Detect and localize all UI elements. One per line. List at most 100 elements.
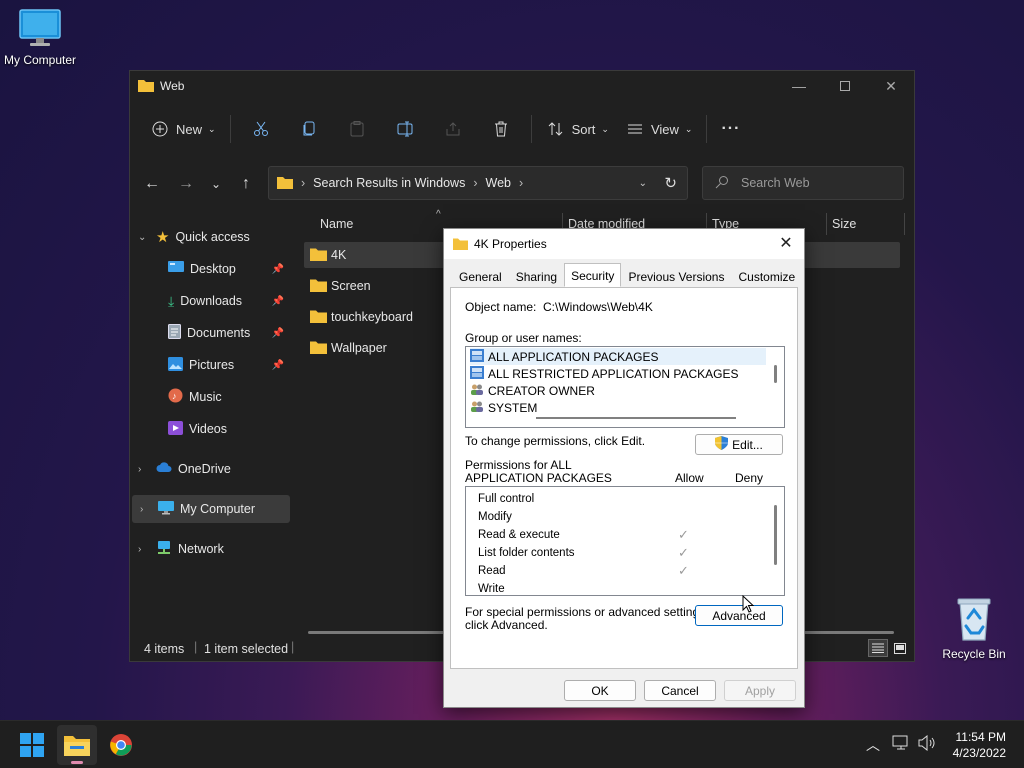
pin-icon[interactable]: 📌 (272, 264, 284, 275)
group-name: ALL APPLICATION PACKAGES (488, 349, 659, 364)
list-item[interactable]: SYSTEM (470, 399, 537, 416)
tab-security[interactable]: Security (564, 263, 622, 287)
advanced-button[interactable]: Advanced (695, 605, 783, 626)
paste-button[interactable] (333, 113, 381, 145)
address-bar[interactable]: › Search Results in Windows › Web › ⌄ ↻ (268, 166, 688, 200)
show-hidden-icons-chevron-icon[interactable]: ︿ (866, 735, 880, 755)
back-button[interactable]: ← (140, 172, 164, 196)
file-name: Screen (331, 279, 371, 293)
forward-button[interactable]: → (174, 172, 198, 196)
dialog-close-button[interactable]: ✕ (776, 233, 796, 253)
list-item[interactable]: CREATOR OWNER (470, 382, 595, 399)
column-divider[interactable] (904, 213, 905, 235)
tab-general[interactable]: General (452, 265, 509, 287)
nav-videos[interactable]: Videos (130, 415, 288, 443)
breadcrumb-search-results[interactable]: Search Results in Windows (313, 176, 465, 190)
explorer-titlebar[interactable]: Web — ✕ (130, 71, 914, 101)
cut-button[interactable] (237, 113, 285, 145)
edit-button[interactable]: Edit... (695, 434, 783, 455)
mouse-cursor-icon (742, 595, 754, 613)
nav-desktop[interactable]: Desktop 📌 (130, 255, 288, 283)
group-name: SYSTEM (488, 400, 538, 415)
chevron-down-icon: ⌄ (208, 123, 216, 134)
nav-my-computer[interactable]: › My Computer (132, 495, 290, 523)
list-item[interactable]: ALL RESTRICTED APPLICATION PACKAGES (470, 365, 739, 382)
details-view-button[interactable] (868, 639, 888, 657)
system-clock[interactable]: 11:54 PM 4/23/2022 (953, 729, 1006, 761)
column-divider[interactable] (826, 213, 827, 235)
address-dropdown-icon[interactable]: ⌄ (639, 178, 647, 189)
refresh-icon[interactable]: ↻ (664, 174, 677, 192)
nav-quick-access[interactable]: ⌄ ★ Quick access (130, 223, 288, 251)
volume-icon[interactable] (918, 734, 936, 754)
nav-pictures[interactable]: Pictures 📌 (130, 351, 288, 379)
pin-icon[interactable]: 📌 (272, 360, 284, 371)
vertical-scrollbar[interactable] (774, 365, 777, 383)
view-button[interactable]: View ⌄ (617, 113, 701, 145)
shield-icon (715, 436, 729, 453)
nav-onedrive[interactable]: › OneDrive (130, 455, 288, 483)
pin-icon[interactable]: 📌 (272, 296, 284, 307)
dialog-titlebar[interactable]: 4K Properties ✕ (444, 229, 804, 259)
tiles-view-button[interactable] (890, 639, 910, 657)
navigation-pane: ⌄ ★ Quick access Desktop 📌 ⤓ Downloads 📌… (130, 211, 290, 621)
nav-downloads[interactable]: ⤓ Downloads 📌 (130, 287, 288, 315)
list-item[interactable]: ALL APPLICATION PACKAGES (470, 348, 766, 365)
horizontal-scrollbar[interactable] (536, 417, 736, 419)
clock-date: 4/23/2022 (952, 746, 1006, 760)
tab-customize[interactable]: Customize (731, 265, 802, 287)
tab-sharing[interactable]: Sharing (509, 265, 564, 287)
breadcrumb-web[interactable]: Web (486, 176, 511, 190)
nav-music[interactable]: ♪ Music (130, 383, 288, 411)
nav-documents[interactable]: Documents 📌 (130, 319, 288, 347)
close-icon: ✕ (885, 77, 897, 94)
permission-write: Write (478, 583, 505, 595)
apply-button[interactable]: Apply (724, 680, 796, 701)
copy-button[interactable] (285, 113, 333, 145)
taskbar: ︿ 11:54 PM 4/23/2022 (0, 720, 1024, 768)
start-button[interactable] (12, 725, 52, 765)
pin-icon[interactable]: 📌 (272, 328, 284, 339)
item-count: 4 items (144, 642, 185, 656)
allow-checkmark-icon: ✓ (678, 563, 689, 578)
search-icon (715, 175, 729, 192)
close-button[interactable]: ✕ (868, 71, 914, 101)
desktop-icon-my-computer[interactable]: My Computer (0, 8, 80, 67)
network-icon (156, 540, 172, 558)
search-placeholder: Search Web (741, 176, 810, 190)
dialog-tabs: General Sharing Security Previous Versio… (452, 263, 802, 287)
sort-button[interactable]: Sort ⌄ (538, 113, 617, 145)
vertical-scrollbar[interactable] (774, 505, 777, 565)
maximize-button[interactable] (822, 71, 868, 101)
allow-checkmark-icon: ✓ (678, 527, 689, 542)
taskbar-file-explorer[interactable] (57, 725, 97, 765)
tab-previous-versions[interactable]: Previous Versions (621, 265, 731, 287)
delete-button[interactable] (477, 113, 525, 145)
breadcrumb-separator: › (518, 176, 524, 190)
rename-button[interactable] (381, 113, 429, 145)
nav-network[interactable]: › Network (130, 535, 288, 563)
permissions-for-label-2: APPLICATION PACKAGES (465, 471, 612, 485)
minimize-button[interactable]: — (776, 71, 822, 101)
windows-logo-icon (20, 733, 44, 757)
more-options-button[interactable]: ··· (713, 113, 748, 145)
share-button[interactable] (429, 113, 477, 145)
network-status-icon[interactable] (892, 735, 910, 754)
taskbar-chrome[interactable] (101, 725, 141, 765)
copy-icon (299, 119, 319, 139)
special-permissions-text-2: click Advanced. (465, 618, 548, 632)
star-icon: ★ (156, 229, 170, 246)
download-arrow-icon: ⤓ (168, 292, 175, 309)
column-name[interactable]: Name (320, 217, 353, 231)
cancel-button[interactable]: Cancel (644, 680, 716, 701)
more-icon: ··· (721, 120, 741, 137)
desktop-icon-recycle-bin[interactable]: Recycle Bin (934, 596, 1014, 661)
file-name: touchkeyboard (331, 310, 414, 324)
column-size[interactable]: Size (832, 217, 856, 231)
ok-button[interactable]: OK (564, 680, 636, 701)
folder-icon (310, 340, 327, 357)
recent-locations-button[interactable]: ⌄ (204, 172, 228, 196)
new-button[interactable]: New ⌄ (142, 113, 224, 145)
search-box[interactable]: Search Web (702, 166, 904, 200)
up-button[interactable]: ↑ (234, 172, 258, 196)
